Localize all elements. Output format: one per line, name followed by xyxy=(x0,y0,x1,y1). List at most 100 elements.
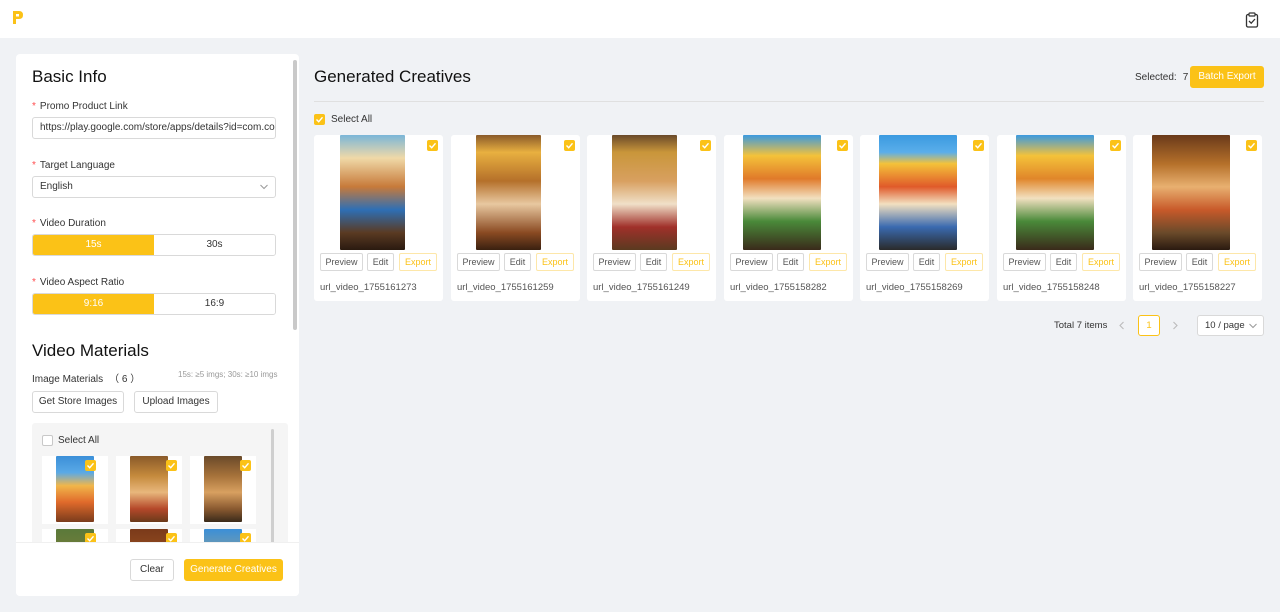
materials-select-all-checkbox[interactable] xyxy=(42,435,53,446)
material-thumbnail[interactable] xyxy=(190,529,256,542)
material-image xyxy=(204,529,242,542)
export-button[interactable]: Export xyxy=(1218,253,1256,271)
creative-name: url_video_1755161249 xyxy=(593,282,690,293)
creative-thumbnail[interactable] xyxy=(340,135,405,250)
export-button[interactable]: Export xyxy=(536,253,574,271)
materials-scrollbar[interactable] xyxy=(271,429,274,542)
material-checkbox[interactable] xyxy=(240,460,251,471)
export-button[interactable]: Export xyxy=(945,253,983,271)
ratio-option-16-9[interactable]: 16:9 xyxy=(154,294,275,314)
creative-checkbox[interactable] xyxy=(973,140,984,151)
top-bar xyxy=(0,0,1280,38)
material-checkbox[interactable] xyxy=(85,460,96,471)
settings-scrollbar[interactable] xyxy=(293,60,297,330)
promo-link-label: * Promo Product Link xyxy=(32,101,128,112)
creatives-select-all-checkbox[interactable] xyxy=(314,114,325,125)
edit-button[interactable]: Edit xyxy=(640,253,667,271)
aspect-ratio-toggle: 9:16 16:9 xyxy=(32,293,276,315)
material-checkbox[interactable] xyxy=(166,460,177,471)
chevron-left-icon[interactable] xyxy=(1118,321,1126,330)
brand-logo-icon[interactable] xyxy=(11,10,25,26)
image-materials-grid: Select All xyxy=(32,423,288,542)
creative-checkbox[interactable] xyxy=(427,140,438,151)
chevron-right-icon[interactable] xyxy=(1171,321,1179,330)
preview-button[interactable]: Preview xyxy=(593,253,636,271)
generate-creatives-button[interactable]: Generate Creatives xyxy=(184,559,283,581)
creative-thumbnail[interactable] xyxy=(612,135,677,250)
page-size-select[interactable]: 10 / page xyxy=(1197,315,1264,336)
edit-button[interactable]: Edit xyxy=(1186,253,1213,271)
creative-checkbox[interactable] xyxy=(700,140,711,151)
edit-button[interactable]: Edit xyxy=(504,253,531,271)
page-size-value: 10 / page xyxy=(1205,320,1245,331)
creative-checkbox[interactable] xyxy=(1246,140,1257,151)
material-thumbnail[interactable] xyxy=(116,529,182,542)
preview-button[interactable]: Preview xyxy=(457,253,500,271)
preview-button[interactable]: Preview xyxy=(1139,253,1182,271)
export-button[interactable]: Export xyxy=(672,253,710,271)
ratio-option-9-16[interactable]: 9:16 xyxy=(33,294,154,314)
creative-name: url_video_1755158282 xyxy=(730,282,827,293)
material-thumbnail[interactable] xyxy=(42,456,108,524)
preview-button[interactable]: Preview xyxy=(320,253,363,271)
creative-card: Preview Edit Export url_video_1755158269 xyxy=(860,135,989,301)
creative-card: Preview Edit Export url_video_1755161249 xyxy=(587,135,716,301)
creative-name: url_video_1755161259 xyxy=(457,282,554,293)
creatives-select-all-label: Select All xyxy=(331,114,373,125)
creative-name: url_video_1755158227 xyxy=(1139,282,1236,293)
creative-checkbox[interactable] xyxy=(564,140,575,151)
basic-info-heading: Basic Info xyxy=(32,67,107,86)
clear-button[interactable]: Clear xyxy=(130,559,174,581)
image-count: （ 6 ） xyxy=(109,374,141,385)
chevron-down-icon xyxy=(1249,323,1257,329)
creative-thumbnail[interactable] xyxy=(879,135,957,250)
edit-button[interactable]: Edit xyxy=(1050,253,1077,271)
upload-images-button[interactable]: Upload Images xyxy=(134,391,218,413)
preview-button[interactable]: Preview xyxy=(730,253,773,271)
generated-creatives-title: Generated Creatives xyxy=(314,67,471,86)
creative-card: Preview Edit Export url_video_1755161273 xyxy=(314,135,443,301)
creative-thumbnail[interactable] xyxy=(743,135,821,250)
edit-button[interactable]: Edit xyxy=(367,253,394,271)
clipboard-check-icon[interactable] xyxy=(1244,12,1260,28)
material-thumbnail[interactable] xyxy=(116,456,182,524)
material-checkbox[interactable] xyxy=(166,533,177,542)
video-materials-heading: Video Materials xyxy=(32,341,149,360)
target-language-select[interactable]: English xyxy=(32,176,276,198)
preview-button[interactable]: Preview xyxy=(1003,253,1046,271)
pagination-total: Total 7 items xyxy=(1054,320,1108,331)
export-button[interactable]: Export xyxy=(1082,253,1120,271)
creative-checkbox[interactable] xyxy=(1110,140,1121,151)
preview-button[interactable]: Preview xyxy=(866,253,909,271)
material-image xyxy=(130,529,168,542)
promo-link-input[interactable]: https://play.google.com/store/apps/detai… xyxy=(32,117,276,139)
material-checkbox[interactable] xyxy=(240,533,251,542)
material-thumbnail[interactable] xyxy=(190,456,256,524)
edit-button[interactable]: Edit xyxy=(777,253,804,271)
creative-card: Preview Edit Export url_video_1755158227 xyxy=(1133,135,1262,301)
material-thumbnail[interactable] xyxy=(42,529,108,542)
batch-export-button[interactable]: Batch Export xyxy=(1190,66,1264,88)
creative-thumbnail[interactable] xyxy=(476,135,541,250)
settings-footer: Clear Generate Creatives xyxy=(16,542,299,596)
creative-settings-panel: Basic Info * Promo Product Link https://p… xyxy=(16,54,299,596)
creative-thumbnail[interactable] xyxy=(1152,135,1230,250)
video-duration-label: * Video Duration xyxy=(32,218,106,229)
duration-option-15s[interactable]: 15s xyxy=(33,235,154,255)
creative-name: url_video_1755161273 xyxy=(320,282,417,293)
export-button[interactable]: Export xyxy=(809,253,847,271)
material-checkbox[interactable] xyxy=(85,533,96,542)
video-duration-toggle: 15s 30s xyxy=(32,234,276,256)
materials-select-all-label: Select All xyxy=(58,435,100,446)
material-image xyxy=(130,456,168,522)
export-button[interactable]: Export xyxy=(399,253,437,271)
creative-thumbnail[interactable] xyxy=(1016,135,1094,250)
duration-option-30s[interactable]: 30s xyxy=(154,235,275,255)
creative-checkbox[interactable] xyxy=(837,140,848,151)
pagination-page-1[interactable]: 1 xyxy=(1138,315,1160,336)
aspect-ratio-label: * Video Aspect Ratio xyxy=(32,277,125,288)
image-requirement-hint: 15s: ≥5 imgs; 30s: ≥10 imgs xyxy=(178,370,278,379)
target-language-label: * Target Language xyxy=(32,160,115,171)
edit-button[interactable]: Edit xyxy=(913,253,940,271)
get-store-images-button[interactable]: Get Store Images xyxy=(32,391,124,413)
